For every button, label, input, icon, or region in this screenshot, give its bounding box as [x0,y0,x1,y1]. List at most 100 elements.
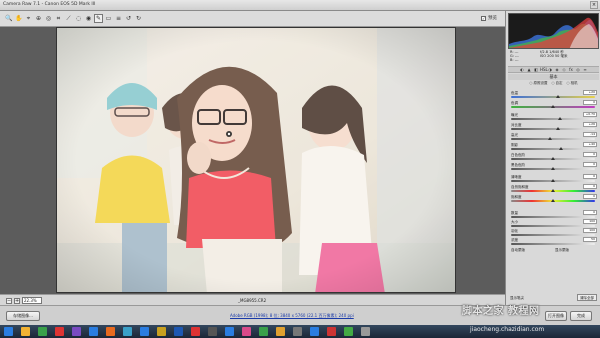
show-mask-checkbox[interactable]: 显示蒙版 [555,248,569,253]
panel-tab-7-icon[interactable]: ◇ [561,67,567,72]
brush-track[interactable] [511,225,595,227]
slider-thumb[interactable] [551,157,555,160]
taskbar-app-icon[interactable] [208,327,217,336]
zoom-in-button[interactable]: + [14,297,20,304]
brush-track[interactable] [511,243,595,245]
slider-value[interactable]: 0 [583,100,597,105]
zoom-out-button[interactable]: − [6,297,12,304]
slider-thumb[interactable] [556,127,561,130]
taskbar-app-icon[interactable] [344,327,353,336]
zoom-icon[interactable]: 🔍 [4,14,13,23]
wb-option[interactable]: 原照设置 [529,81,547,86]
panel-tab-3-icon[interactable]: ◧ [533,67,539,72]
auto-mask-checkbox[interactable]: 自动蒙版 [511,248,525,253]
panel-tab-1-icon[interactable]: ◐ [519,67,525,72]
brush-value[interactable]: 100 [583,228,597,233]
slider-thumb[interactable] [557,117,562,120]
slider-value[interactable]: 0 [583,162,597,167]
panel-tab-9-icon[interactable]: ◎ [575,67,581,72]
taskbar-app-icon[interactable] [225,327,234,336]
rotate-ccw-icon[interactable]: ↺ [124,14,133,23]
done-button[interactable]: 完成 [570,311,592,321]
slider-value[interactable]: +40 [583,142,597,147]
slider-value[interactable]: 0 [583,152,597,157]
zoom-level-select[interactable]: 22.3% [22,297,42,304]
brush-track[interactable] [511,216,595,218]
taskbar-app-icon[interactable] [310,327,319,336]
target-adjust-icon[interactable]: ◎ [44,14,53,23]
slider-track[interactable] [511,96,595,98]
slider-thumb[interactable] [556,95,561,98]
open-image-button[interactable]: 打开图像 [545,311,567,321]
slider-thumb[interactable] [551,105,555,108]
workflow-options-link[interactable]: Adobe RGB (1998); 8 位; 3840 x 5760 (22.1… [230,313,354,319]
slider-thumb[interactable] [551,199,555,202]
show-brush-checkbox[interactable]: 显示笔尖 [510,296,524,301]
taskbar-app-icon[interactable] [123,327,132,336]
brush-value[interactable]: 50 [583,237,597,242]
slider-value[interactable]: 0 [583,184,597,189]
wb-option[interactable]: 相机 [567,81,578,86]
taskbar-app-icon[interactable] [259,327,268,336]
slider-track[interactable] [511,138,595,140]
red-eye-icon[interactable]: ◉ [84,14,93,23]
preferences-icon[interactable]: ≡ [114,14,123,23]
taskbar-app-icon[interactable] [38,327,47,336]
panel-tab-10-icon[interactable]: ≡ [582,67,588,72]
slider-value[interactable]: -14 [583,132,597,137]
panel-tab-2-icon[interactable]: ▲ [526,67,532,72]
slider-track[interactable] [511,128,595,130]
color-sampler-icon[interactable]: ⊕ [34,14,43,23]
brush-track[interactable] [511,234,595,236]
taskbar-app-icon[interactable] [242,327,251,336]
taskbar-app-icon[interactable] [140,327,149,336]
slider-value[interactable]: +20 [583,90,597,95]
taskbar-app-icon[interactable] [174,327,183,336]
save-image-button[interactable]: 存储图像... [6,311,40,321]
slider-value[interactable]: +26 [583,122,597,127]
clear-all-button[interactable]: 清除全部 [577,294,597,301]
taskbar-app-icon[interactable] [106,327,115,336]
taskbar-app-icon[interactable] [361,327,370,336]
slider-value[interactable]: +0.70 [583,112,597,117]
taskbar-app-icon[interactable] [191,327,200,336]
slider-track[interactable] [511,148,595,150]
straighten-icon[interactable]: ⟋ [64,14,73,23]
slider-value[interactable]: 0 [583,194,597,199]
taskbar-app-icon[interactable] [157,327,166,336]
wb-option[interactable]: 自定 [551,81,563,86]
slider-thumb[interactable] [551,179,555,182]
close-icon[interactable]: × [590,1,598,9]
taskbar-app-icon[interactable] [55,327,64,336]
slider-thumb[interactable] [551,167,555,170]
panel-tab-8-icon[interactable]: fx [568,67,574,72]
photo-preview[interactable] [56,27,456,293]
slider-thumb[interactable] [559,147,564,150]
slider-thumb[interactable] [551,189,555,192]
panel-tab-6-icon[interactable]: ◈ [554,67,560,72]
taskbar-app-icon[interactable] [327,327,336,336]
hand-icon[interactable]: ✋ [14,14,23,23]
panel-tab-4-icon[interactable]: HSL [540,67,548,72]
taskbar-app-icon[interactable] [89,327,98,336]
slider-thumb[interactable] [547,137,552,140]
white-balance-icon[interactable]: ⌖ [24,14,33,23]
brush-value[interactable]: 0 [583,210,597,215]
rotate-cw-icon[interactable]: ↻ [134,14,143,23]
taskbar-app-icon[interactable] [4,327,13,336]
brush-value[interactable]: 100 [583,219,597,224]
slider-track[interactable] [511,118,595,120]
preview-toggle[interactable]: ✓ 预览 [481,15,497,21]
taskbar-app-icon[interactable] [72,327,81,336]
graduated-filter-icon[interactable]: ▭ [104,14,113,23]
taskbar-app-icon[interactable] [21,327,30,336]
crop-icon[interactable]: ⌗ [54,14,63,23]
adjustment-brush-icon[interactable]: ✎ [94,14,103,23]
preview-checkbox[interactable]: ✓ [481,15,486,21]
spot-removal-icon[interactable]: ◌ [74,14,83,23]
taskbar-app-icon[interactable] [276,327,285,336]
taskbar-app-icon[interactable] [293,327,302,336]
panel-tab-5-icon[interactable]: ◑ [547,67,553,72]
slider-value[interactable]: 0 [583,174,597,179]
window-title: Camera Raw 7.1 - Canon EOS 5D Mark III [3,2,96,7]
